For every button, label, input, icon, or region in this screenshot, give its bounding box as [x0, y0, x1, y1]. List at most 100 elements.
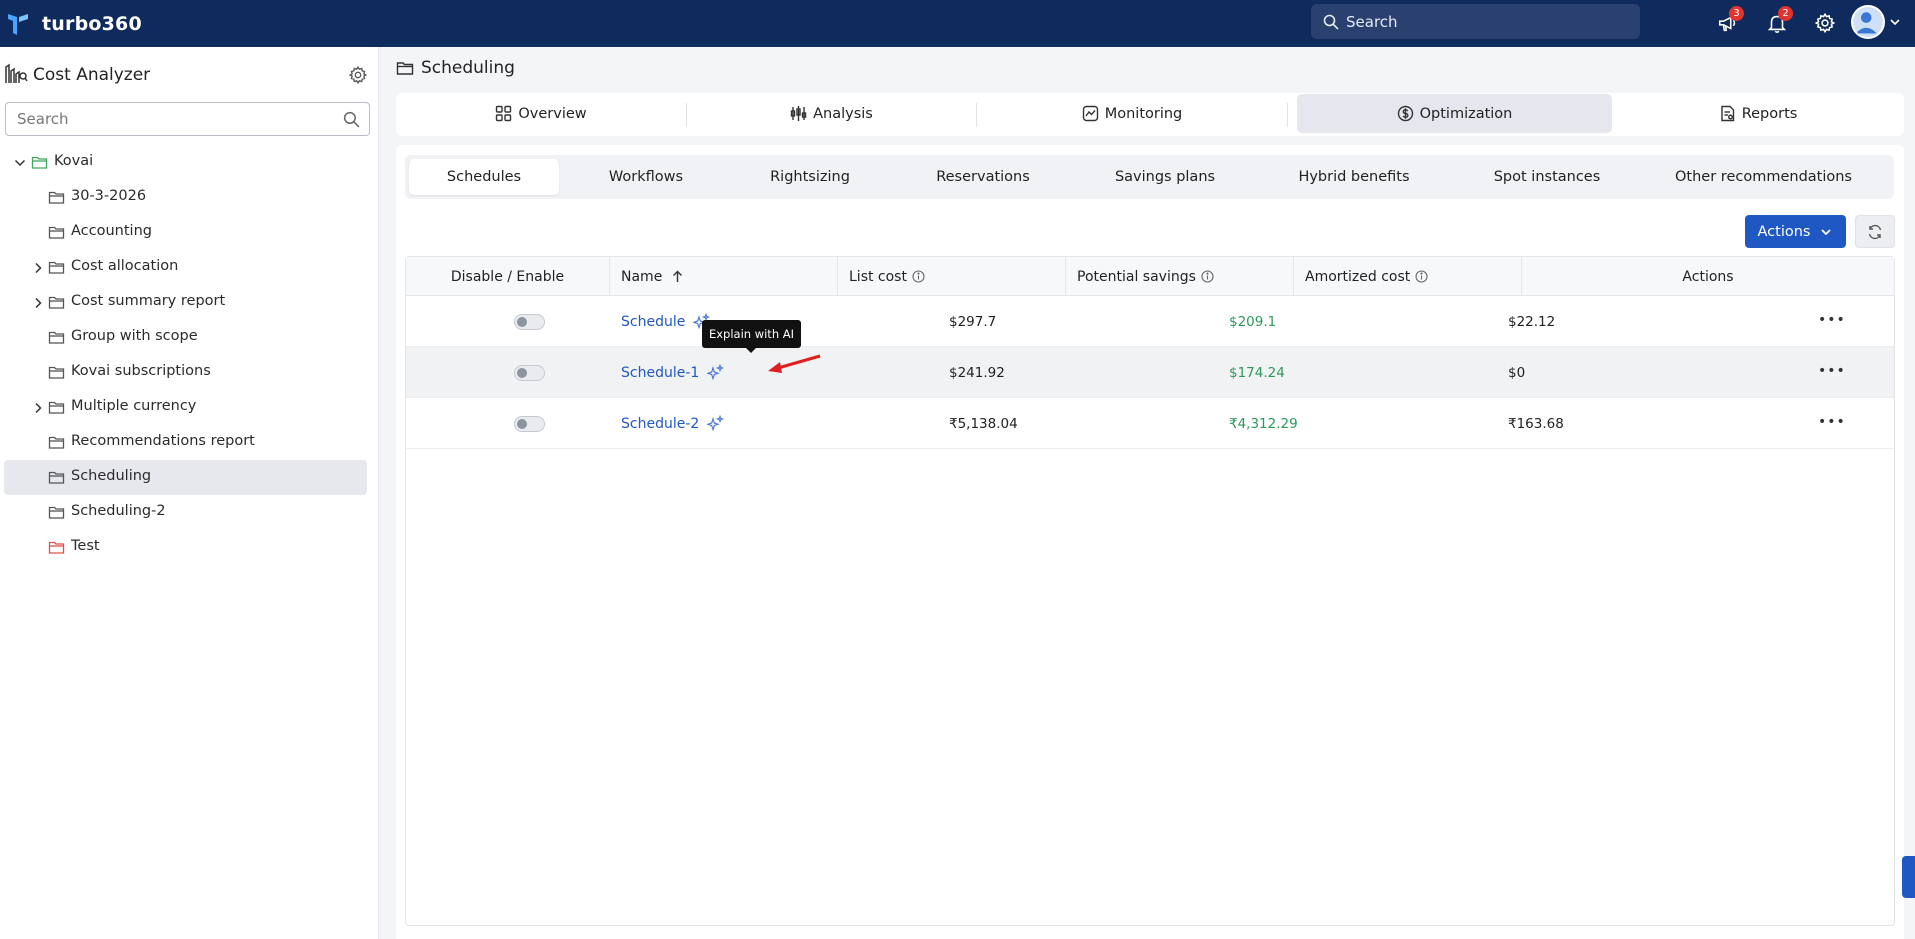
folder-icon: [48, 189, 65, 206]
column-header-potential-savings[interactable]: Potential savings: [1077, 257, 1214, 296]
sidebar-item-label: Cost summary report: [71, 293, 226, 309]
folder-icon: [48, 399, 65, 416]
schedule-name-link[interactable]: Schedule-1: [621, 347, 725, 398]
sidebar-item-label: Group with scope: [71, 328, 198, 344]
subtab-reservations[interactable]: Reservations: [887, 159, 1079, 195]
sidebar-item-cost-summary-report[interactable]: Cost summary report: [4, 285, 367, 320]
sidebar-item-30-3-2026[interactable]: 30-3-2026: [4, 180, 367, 215]
table-header: Disable / Enable Name List cost Potentia…: [406, 257, 1894, 296]
tab-optimization-label: Optimization: [1419, 105, 1513, 122]
tab-analysis[interactable]: Analysis: [687, 94, 976, 133]
info-icon[interactable]: [1415, 270, 1428, 283]
folder-icon: [48, 329, 65, 346]
subtab-schedules[interactable]: Schedules: [409, 159, 559, 195]
potential-savings-cell: $209.1: [1229, 313, 1277, 330]
sidebar-item-label: Kovai: [54, 153, 94, 169]
folder-icon: [48, 504, 65, 521]
tab-divider: [1287, 103, 1288, 127]
schedule-name-text: Schedule-1: [621, 364, 700, 381]
refresh-button[interactable]: [1855, 215, 1895, 248]
chevron-right-icon[interactable]: [31, 261, 45, 275]
chevron-right-icon[interactable]: [31, 296, 45, 310]
sidebar-item-kovai-subscriptions[interactable]: Kovai subscriptions: [4, 355, 367, 390]
folder-icon: [48, 364, 65, 381]
info-icon[interactable]: [1201, 270, 1214, 283]
column-header-disable-enable[interactable]: Disable / Enable: [406, 257, 609, 296]
subtab-spot-instances[interactable]: Spot instances: [1457, 159, 1637, 195]
column-header-amortized-cost[interactable]: Amortized cost: [1305, 257, 1428, 296]
turbo360-logo-icon: [8, 13, 28, 35]
global-search-placeholder: Search: [1346, 12, 1398, 31]
global-search-input[interactable]: Search: [1311, 4, 1640, 39]
list-cost-cell: ₹5,138.04: [949, 415, 1018, 432]
main-tabs: Overview Analysis Monitoring Optimizatio…: [396, 93, 1904, 136]
sidebar-item-label: Scheduling-2: [71, 503, 166, 519]
row-actions-more-icon[interactable]: •••: [1818, 363, 1846, 379]
column-header-label: Name: [621, 268, 663, 285]
column-header-name[interactable]: Name: [621, 257, 684, 296]
announcements-button[interactable]: 3: [1714, 6, 1744, 37]
row-actions-more-icon[interactable]: •••: [1818, 414, 1846, 430]
column-divider: [837, 257, 838, 296]
subtab-rightsizing[interactable]: Rightsizing: [733, 159, 887, 195]
tab-monitoring[interactable]: Monitoring: [977, 94, 1287, 133]
sidebar-item-recommendations-report[interactable]: Recommendations report: [4, 425, 367, 460]
sidebar-item-scheduling[interactable]: Scheduling: [4, 460, 367, 495]
sidebar-item-group-with-scope[interactable]: Group with scope: [4, 320, 367, 355]
schedule-name-link[interactable]: Schedule: [621, 296, 711, 347]
notifications-button[interactable]: 2: [1763, 6, 1793, 37]
row-actions-more-icon[interactable]: •••: [1818, 312, 1846, 328]
tab-reports[interactable]: Reports: [1612, 94, 1904, 133]
brand-logo[interactable]: turbo360: [6, 11, 142, 37]
column-header-list-cost[interactable]: List cost: [849, 257, 925, 296]
actions-dropdown-button[interactable]: Actions: [1745, 215, 1846, 248]
search-icon: [1323, 14, 1339, 30]
sidebar-search-input[interactable]: Search: [5, 102, 370, 136]
schedules-table: Disable / Enable Name List cost Potentia…: [405, 256, 1895, 926]
side-panel-toggle[interactable]: [1902, 856, 1915, 898]
sidebar-item-scheduling-2[interactable]: Scheduling-2: [4, 495, 367, 530]
sidebar-search-placeholder: Search: [17, 110, 69, 128]
schedule-name-text: Schedule: [621, 313, 686, 330]
potential-savings-cell: ₹4,312.29: [1229, 415, 1298, 432]
info-icon[interactable]: [912, 270, 925, 283]
sidebar-item-label: 30-3-2026: [71, 188, 147, 204]
tab-optimization[interactable]: Optimization: [1297, 94, 1612, 133]
list-cost-cell: $241.92: [949, 364, 1005, 381]
sidebar-item-kovai[interactable]: Kovai: [4, 145, 367, 180]
settings-button[interactable]: [1811, 9, 1839, 37]
subtab-other-recommendations[interactable]: Other recommendations: [1637, 159, 1890, 195]
sparkle-ai-icon[interactable]: [707, 364, 725, 381]
schedule-name-link[interactable]: Schedule-2: [621, 398, 725, 449]
subtab-spot-instances-label: Spot instances: [1493, 169, 1601, 185]
cost-analyzer-icon: [4, 61, 28, 89]
enable-toggle[interactable]: [514, 314, 545, 330]
subtab-hybrid-benefits[interactable]: Hybrid benefits: [1251, 159, 1457, 195]
sidebar-settings-gear-icon[interactable]: [348, 65, 368, 85]
sidebar-item-cost-allocation[interactable]: Cost allocation: [4, 250, 367, 285]
tab-overview[interactable]: Overview: [396, 94, 686, 133]
folder-icon: [48, 434, 65, 451]
subtab-savings-plans[interactable]: Savings plans: [1079, 159, 1251, 195]
user-avatar[interactable]: [1851, 5, 1885, 39]
sidebar-item-multiple-currency[interactable]: Multiple currency: [4, 390, 367, 425]
subtab-workflows[interactable]: Workflows: [559, 159, 733, 195]
announcements-badge: 3: [1729, 6, 1744, 21]
sidebar-item-test[interactable]: Test: [4, 530, 367, 565]
sidebar-item-accounting[interactable]: Accounting: [4, 215, 367, 250]
subtab-workflows-label: Workflows: [608, 169, 684, 185]
sidebar-item-label: Accounting: [71, 223, 152, 239]
folder-icon: [48, 469, 65, 486]
actions-button-label: Actions: [1757, 223, 1811, 240]
tab-overview-label: Overview: [518, 105, 587, 122]
monitoring-icon: [1082, 105, 1098, 122]
amortized-cost-cell: $22.12: [1508, 313, 1556, 330]
user-menu-chevron-down-icon[interactable]: [1889, 16, 1901, 32]
chevron-down-icon[interactable]: [13, 156, 27, 170]
sparkle-ai-icon[interactable]: [707, 415, 725, 432]
enable-toggle[interactable]: [514, 365, 545, 381]
sort-ascending-arrow-icon[interactable]: [671, 270, 684, 283]
enable-toggle[interactable]: [514, 416, 545, 432]
chevron-right-icon[interactable]: [31, 401, 45, 415]
sidebar-item-label: Multiple currency: [71, 398, 197, 414]
